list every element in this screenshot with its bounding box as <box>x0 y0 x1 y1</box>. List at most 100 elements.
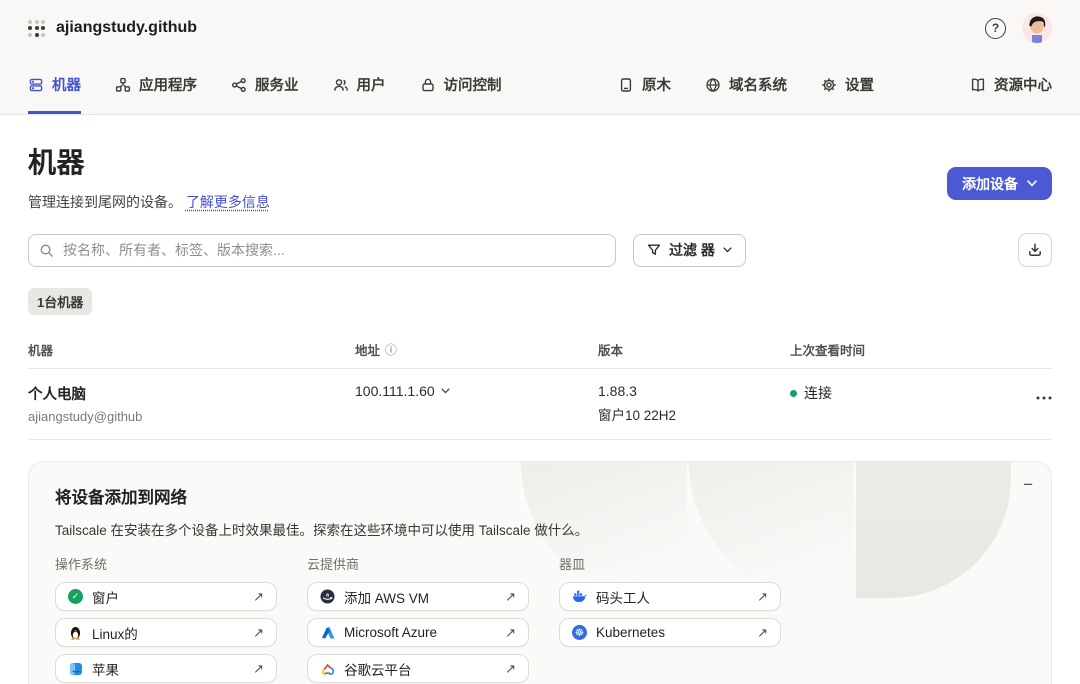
tailscale-logo-icon <box>28 20 45 37</box>
aws-icon: a <box>320 589 335 604</box>
chevron-down-icon <box>1027 180 1037 187</box>
users-icon <box>333 77 349 93</box>
connect-linux-button[interactable]: Linux的 ↗ <box>55 618 277 647</box>
os-column: 操作系统 ✓ 窗户 ↗ Linux的 ↗ <box>55 554 277 684</box>
external-link-icon: ↗ <box>505 589 516 605</box>
item-label: Linux的 <box>92 623 138 643</box>
item-label: 谷歌云平台 <box>344 659 412 679</box>
primary-nav: 机器 应用程序 服务业 用户 访问控制 原木 <box>0 56 1080 115</box>
collapse-card-button[interactable]: − <box>1023 476 1033 493</box>
nav-tab-label: 应用程序 <box>139 74 197 95</box>
user-avatar[interactable] <box>1022 13 1052 43</box>
col-header-last-seen: 上次查看时间 <box>790 340 1016 359</box>
page-subtitle: 管理连接到尾网的设备。 了解更多信息 <box>28 192 270 212</box>
item-label: Microsoft Azure <box>344 625 437 640</box>
connect-azure-button[interactable]: Microsoft Azure ↗ <box>307 618 529 647</box>
nav-tab-users[interactable]: 用户 <box>333 56 386 114</box>
top-bar: ajiangstudy.github ? <box>0 0 1080 56</box>
connect-windows-button[interactable]: ✓ 窗户 ↗ <box>55 582 277 611</box>
external-link-icon: ↗ <box>253 661 264 677</box>
nav-tab-logs[interactable]: 原木 <box>618 56 671 114</box>
machines-icon <box>28 77 44 93</box>
google-cloud-icon <box>320 661 335 676</box>
info-icon[interactable]: ⓘ <box>385 341 397 358</box>
nav-tab-label: 机器 <box>52 74 81 95</box>
card-title: 将设备添加到网络 <box>55 484 1025 508</box>
nav-tab-dns[interactable]: 域名系统 <box>705 56 787 114</box>
nav-tab-resource-center[interactable]: 资源中心 <box>970 56 1052 114</box>
avatar-illustration <box>1022 13 1052 43</box>
linux-tux-icon <box>68 625 83 640</box>
help-icon[interactable]: ? <box>985 18 1006 39</box>
nav-tab-label: 原木 <box>642 74 671 95</box>
nav-tab-label: 资源中心 <box>994 74 1052 95</box>
services-icon <box>231 77 247 93</box>
nav-tab-apps[interactable]: 应用程序 <box>115 56 197 114</box>
subtitle-text: 管理连接到尾网的设备。 <box>28 194 182 210</box>
item-label: 窗户 <box>92 587 119 607</box>
machine-row: 个人电脑 ajiangstudy@github 100.111.1.60 1.8… <box>28 369 1052 440</box>
nav-tab-label: 设置 <box>845 74 874 95</box>
connect-kubernetes-button[interactable]: ☸ Kubernetes ↗ <box>559 618 781 647</box>
ellipsis-icon <box>1036 396 1052 400</box>
card-description: Tailscale 在安装在多个设备上时效果最佳。探索在这些环境中可以使用 Ta… <box>55 519 1025 539</box>
main-content: 机器 管理连接到尾网的设备。 了解更多信息 添加设备 过滤 器 <box>0 141 1080 684</box>
tailnet-title: ajiangstudy.github <box>56 19 197 37</box>
filter-button[interactable]: 过滤 器 <box>633 234 746 267</box>
external-link-icon: ↗ <box>505 661 516 677</box>
connect-docker-button[interactable]: 码头工人 ↗ <box>559 582 781 611</box>
azure-icon <box>320 625 335 640</box>
apps-icon <box>115 77 131 93</box>
lock-icon <box>420 77 436 93</box>
column-label: 云提供商 <box>307 554 529 573</box>
nav-tab-access-controls[interactable]: 访问控制 <box>420 56 502 114</box>
add-device-button[interactable]: 添加设备 <box>947 167 1052 200</box>
search-icon <box>39 243 54 258</box>
machine-owner: ajiangstudy@github <box>28 409 355 424</box>
learn-more-link[interactable]: 了解更多信息 <box>186 194 270 210</box>
funnel-icon <box>647 243 661 257</box>
search-input[interactable] <box>28 234 616 267</box>
machine-os: 窗户10 22H2 <box>598 404 790 424</box>
external-link-icon: ↗ <box>757 589 768 605</box>
item-label: 码头工人 <box>596 587 650 607</box>
add-aws-vm-button[interactable]: a 添加 AWS VM ↗ <box>307 582 529 611</box>
download-icon <box>1027 242 1043 258</box>
item-label: 苹果 <box>92 659 119 679</box>
item-label: 添加 AWS VM <box>344 587 429 607</box>
nav-tab-label: 服务业 <box>255 74 299 95</box>
globe-icon <box>705 77 721 93</box>
row-actions-menu[interactable] <box>1036 383 1052 405</box>
address-header-label: 地址 <box>355 340 380 359</box>
nav-tab-services[interactable]: 服务业 <box>231 56 299 114</box>
kubernetes-icon: ☸ <box>572 625 587 640</box>
status-label: 连接 <box>804 383 832 403</box>
machine-address: 100.111.1.60 <box>355 383 435 399</box>
nav-tab-settings[interactable]: 设置 <box>821 56 874 114</box>
logs-icon <box>618 77 634 93</box>
machine-name[interactable]: 个人电脑 <box>28 383 355 404</box>
add-device-label: 添加设备 <box>962 174 1018 194</box>
chevron-down-icon <box>441 388 450 394</box>
nav-tab-label: 域名系统 <box>729 74 787 95</box>
book-icon <box>970 77 986 93</box>
gear-icon <box>821 77 837 93</box>
page-title: 机器 <box>28 141 270 181</box>
connect-apple-button[interactable]: 苹果 ↗ <box>55 654 277 683</box>
nav-tab-label: 访问控制 <box>444 74 502 95</box>
external-link-icon: ↗ <box>253 625 264 641</box>
connect-google-cloud-button[interactable]: 谷歌云平台 ↗ <box>307 654 529 683</box>
add-devices-card: − 将设备添加到网络 Tailscale 在安装在多个设备上时效果最佳。探索在这… <box>28 461 1052 684</box>
docker-icon <box>572 589 587 604</box>
machines-table-header: 机器 地址 ⓘ 版本 上次查看时间 <box>28 340 1052 369</box>
containers-column: 器皿 码头工人 ↗ ☸ Kubernetes ↗ <box>559 554 781 684</box>
external-link-icon: ↗ <box>505 625 516 641</box>
item-label: Kubernetes <box>596 625 665 640</box>
nav-tab-machines[interactable]: 机器 <box>28 56 81 114</box>
download-machines-button[interactable] <box>1018 233 1052 267</box>
col-header-address: 地址 ⓘ <box>355 340 598 359</box>
apple-blue-icon <box>68 661 83 676</box>
machine-address-dropdown[interactable]: 100.111.1.60 <box>355 383 598 399</box>
col-header-machine: 机器 <box>28 340 355 359</box>
status-connected-dot <box>790 390 797 397</box>
